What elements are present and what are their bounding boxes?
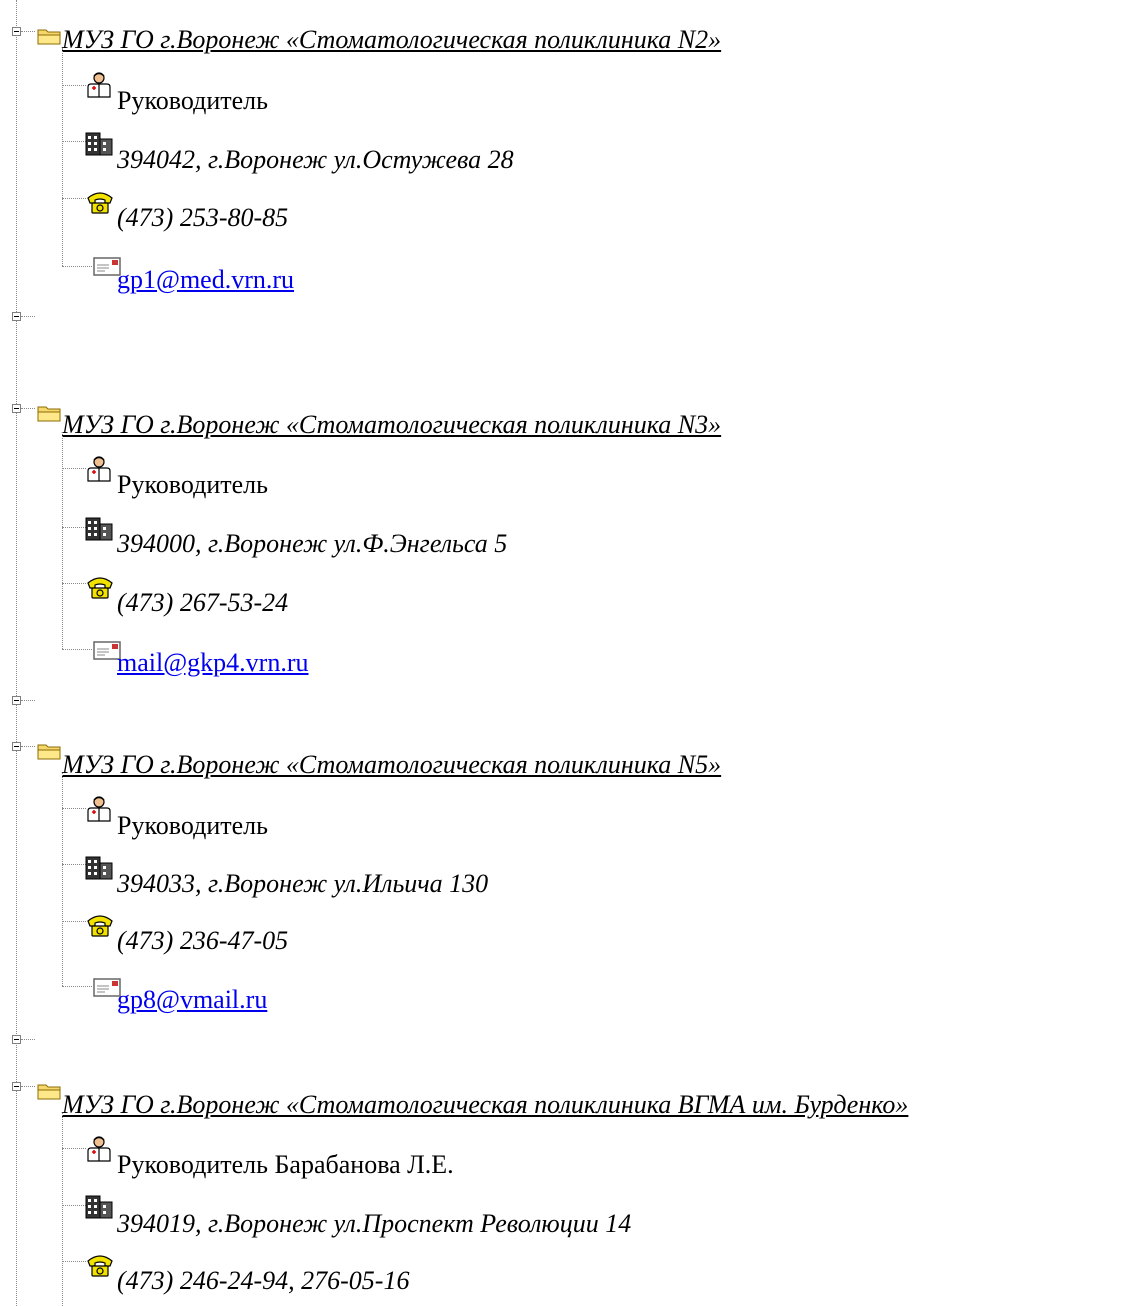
- tree-connector: [62, 864, 86, 865]
- tree-connector: [62, 649, 92, 650]
- folder-open-icon: [37, 406, 61, 422]
- email-link[interactable]: mail@gkp4.vrn.ru: [117, 648, 308, 678]
- tree-connector: [62, 1205, 86, 1206]
- tree-connector: [21, 700, 35, 701]
- tree-root-line: [16, 0, 17, 1306]
- collapse-toggle-icon[interactable]: [12, 404, 21, 413]
- doctor-person-icon: [87, 456, 111, 482]
- tree-connector: [62, 921, 86, 922]
- collapse-toggle-icon[interactable]: [12, 312, 21, 321]
- address-text: 394000, г.Воронеж ул.Ф.Энгельса 5: [117, 529, 508, 558]
- collapse-toggle-icon[interactable]: [12, 27, 21, 36]
- collapse-toggle-icon[interactable]: [12, 742, 21, 751]
- tree-connector: [21, 316, 35, 317]
- phone-text: (473) 267-53-24: [117, 588, 289, 617]
- head-label: Руководитель Барабанова Л.Е.: [117, 1150, 454, 1179]
- head-label: Руководитель: [117, 86, 268, 115]
- tree-connector: [21, 1086, 35, 1087]
- folder-open-icon: [37, 1084, 61, 1100]
- telephone-icon: [87, 915, 113, 937]
- telephone-icon: [87, 192, 113, 214]
- organization-name[interactable]: МУЗ ГО г.Воронеж «Стоматологическая поли…: [62, 750, 721, 780]
- tree-connector: [62, 1148, 86, 1149]
- tree-connector: [21, 408, 35, 409]
- tree-branch-line: [62, 432, 63, 649]
- tree-connector: [62, 986, 92, 987]
- email-link[interactable]: gp1@med.vrn.ru: [117, 265, 294, 295]
- tree-branch-line: [62, 1113, 63, 1306]
- tree-connector: [62, 808, 86, 809]
- organization-name[interactable]: МУЗ ГО г.Воронеж «Стоматологическая поли…: [62, 410, 721, 440]
- doctor-person-icon: [87, 796, 111, 822]
- tree-connector: [62, 1261, 86, 1262]
- address-text: 394019, г.Воронеж ул.Проспект Революции …: [117, 1209, 632, 1238]
- organization-name[interactable]: МУЗ ГО г.Воронеж «Стоматологическая поли…: [62, 25, 721, 55]
- tree-connector: [62, 583, 86, 584]
- tree-connector: [62, 266, 92, 267]
- organization-name[interactable]: МУЗ ГО г.Воронеж «Стоматологическая поли…: [62, 1090, 908, 1120]
- folder-open-icon: [37, 29, 61, 45]
- building-icon: [85, 517, 113, 541]
- tree-connector: [62, 527, 86, 528]
- tree-branch-line: [62, 48, 63, 266]
- phone-text: (473) 246-24-94, 276-05-16: [117, 1266, 410, 1295]
- phone-text: (473) 236-47-05: [117, 926, 289, 955]
- email-link[interactable]: gp8@vmail.ru: [117, 985, 267, 1015]
- tree-branch-line: [62, 773, 63, 986]
- head-label: Руководитель: [117, 811, 268, 840]
- folder-open-icon: [37, 744, 61, 760]
- telephone-icon: [87, 1255, 113, 1277]
- collapse-toggle-icon[interactable]: [12, 1082, 21, 1091]
- address-text: 394042, г.Воронеж ул.Остужева 28: [117, 145, 514, 174]
- tree-connector: [21, 746, 35, 747]
- head-label: Руководитель: [117, 470, 268, 499]
- tree-connector: [62, 85, 86, 86]
- building-icon: [85, 856, 113, 880]
- tree-connector: [62, 198, 86, 199]
- collapse-toggle-icon[interactable]: [12, 696, 21, 705]
- building-icon: [85, 132, 113, 156]
- collapse-toggle-icon[interactable]: [12, 1035, 21, 1044]
- address-text: 394033, г.Воронеж ул.Ильича 130: [117, 869, 489, 898]
- tree-connector: [62, 141, 86, 142]
- phone-text: (473) 253-80-85: [117, 203, 289, 232]
- building-icon: [85, 1195, 113, 1219]
- telephone-icon: [87, 577, 113, 599]
- doctor-person-icon: [87, 72, 111, 98]
- tree-connector: [21, 1039, 35, 1040]
- tree-connector: [21, 31, 35, 32]
- doctor-person-icon: [87, 1136, 111, 1162]
- tree-connector: [62, 468, 86, 469]
